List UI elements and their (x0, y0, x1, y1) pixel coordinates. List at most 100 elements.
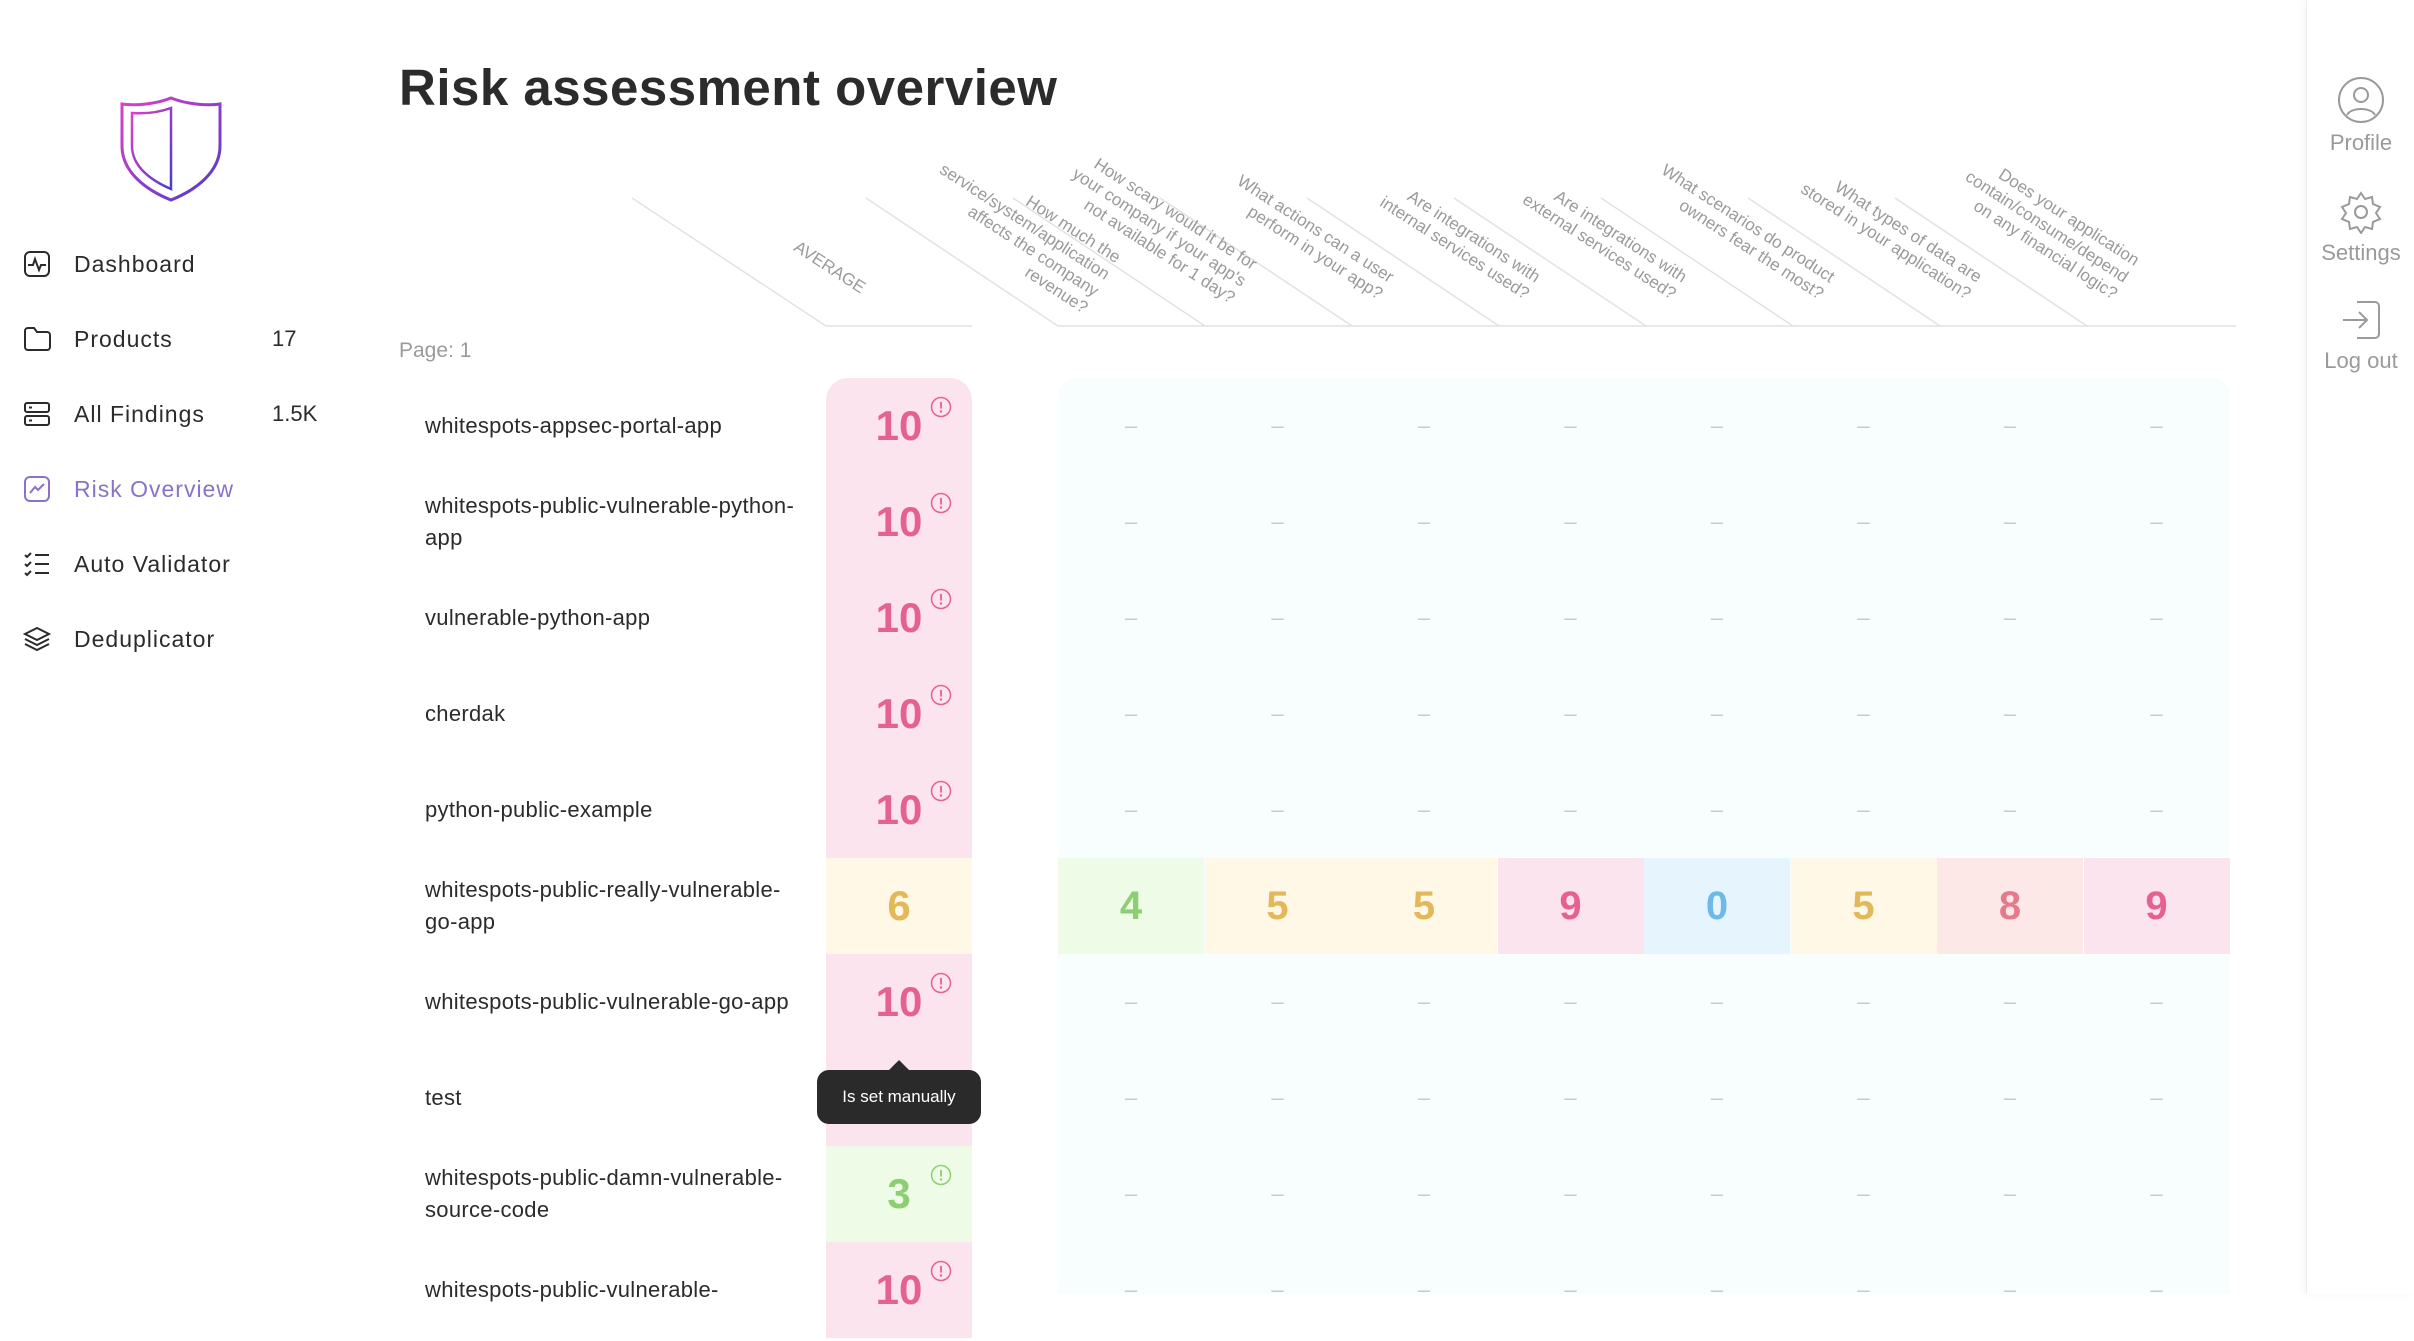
product-name[interactable]: whitespots-appsec-portal-app (425, 378, 805, 474)
average-score-cell[interactable]: 10 (826, 474, 972, 570)
question-score-cell[interactable]: – (2084, 666, 2230, 762)
question-score-cell[interactable]: – (1791, 474, 1937, 570)
question-score-cell[interactable]: – (1205, 1050, 1351, 1146)
question-score-cell[interactable]: – (1791, 666, 1937, 762)
question-score-cell[interactable]: 5 (1790, 858, 1937, 954)
question-score-cell[interactable]: – (1644, 570, 1790, 666)
average-score-cell[interactable]: 6 (826, 858, 972, 954)
question-score-cell[interactable]: – (1644, 1242, 1790, 1338)
question-score-cell[interactable]: – (1498, 1050, 1644, 1146)
question-score-cell[interactable]: – (1791, 954, 1937, 1050)
question-score-cell[interactable]: – (1644, 666, 1790, 762)
product-name[interactable]: whitespots-public-really-vulnerable-go-a… (425, 858, 805, 954)
question-score-cell[interactable]: 0 (1644, 858, 1790, 954)
product-name[interactable]: vulnerable-python-app (425, 570, 805, 666)
question-score-cell[interactable]: – (1498, 762, 1644, 858)
question-score-cell[interactable]: – (1937, 1146, 2083, 1242)
question-score-cell[interactable]: – (1644, 1146, 1790, 1242)
question-score-cell[interactable]: – (1644, 378, 1790, 474)
question-score-cell[interactable]: – (1205, 474, 1351, 570)
question-score-cell[interactable]: – (2084, 762, 2230, 858)
question-score-cell[interactable]: – (1644, 762, 1790, 858)
question-score-cell[interactable]: 9 (2083, 858, 2230, 954)
manual-info-icon[interactable] (930, 396, 952, 418)
settings-button[interactable]: Settings (2307, 190, 2414, 266)
question-score-cell[interactable]: – (1205, 378, 1351, 474)
question-score-cell[interactable]: – (1937, 378, 2083, 474)
question-score-cell[interactable]: – (1351, 474, 1497, 570)
question-score-cell[interactable]: – (1498, 570, 1644, 666)
question-score-cell[interactable]: – (2084, 570, 2230, 666)
question-score-cell[interactable]: – (1498, 954, 1644, 1050)
question-score-cell[interactable]: – (2084, 1050, 2230, 1146)
question-score-cell[interactable]: – (1058, 1146, 1204, 1242)
question-score-cell[interactable]: – (1058, 666, 1204, 762)
question-score-cell[interactable]: – (1791, 762, 1937, 858)
logout-button[interactable]: Log out (2307, 298, 2414, 374)
question-score-cell[interactable]: – (2084, 954, 2230, 1050)
question-score-cell[interactable]: – (1205, 762, 1351, 858)
question-score-cell[interactable]: – (1351, 570, 1497, 666)
question-score-cell[interactable]: – (1937, 1050, 2083, 1146)
manual-info-icon[interactable] (930, 588, 952, 610)
product-name[interactable]: whitespots-public-damn-vulnerable-source… (425, 1146, 805, 1242)
question-score-cell[interactable]: – (1351, 1242, 1497, 1338)
question-score-cell[interactable]: – (1351, 378, 1497, 474)
sidebar-item-products[interactable]: Products 17 (22, 317, 322, 361)
question-score-cell[interactable]: – (1351, 1050, 1497, 1146)
manual-info-icon[interactable] (930, 1260, 952, 1282)
question-score-cell[interactable]: – (1791, 1146, 1937, 1242)
question-score-cell[interactable]: – (2084, 378, 2230, 474)
average-score-cell[interactable]: 3 (826, 1146, 972, 1242)
average-score-cell[interactable]: 10 (826, 1242, 972, 1338)
question-score-cell[interactable]: – (1205, 954, 1351, 1050)
question-score-cell[interactable]: – (1498, 1146, 1644, 1242)
question-score-cell[interactable]: – (1937, 954, 2083, 1050)
question-score-cell[interactable]: – (1791, 1242, 1937, 1338)
question-score-cell[interactable]: – (1937, 666, 2083, 762)
average-score-cell[interactable]: 10 (826, 378, 972, 474)
question-score-cell[interactable]: – (2084, 474, 2230, 570)
average-score-cell[interactable]: 10 (826, 666, 972, 762)
question-score-cell[interactable]: – (1351, 954, 1497, 1050)
profile-button[interactable]: Profile (2307, 76, 2414, 156)
manual-info-icon[interactable] (930, 972, 952, 994)
question-score-cell[interactable]: – (1351, 1146, 1497, 1242)
question-score-cell[interactable]: – (1937, 474, 2083, 570)
question-score-cell[interactable]: – (1791, 1050, 1937, 1146)
question-score-cell[interactable]: – (1205, 1146, 1351, 1242)
question-score-cell[interactable]: – (1351, 762, 1497, 858)
question-score-cell[interactable]: – (1791, 570, 1937, 666)
question-score-cell[interactable]: – (1058, 954, 1204, 1050)
product-name[interactable]: whitespots-public-vulnerable-python-app (425, 474, 805, 570)
question-score-cell[interactable]: – (1058, 762, 1204, 858)
question-score-cell[interactable]: 5 (1204, 858, 1351, 954)
average-score-cell[interactable]: 10 (826, 762, 972, 858)
question-score-cell[interactable]: – (1937, 570, 2083, 666)
question-score-cell[interactable]: – (1058, 474, 1204, 570)
sidebar-item-dashboard[interactable]: Dashboard (22, 242, 322, 286)
question-score-cell[interactable]: – (1937, 762, 2083, 858)
manual-info-icon[interactable] (930, 1164, 952, 1186)
question-score-cell[interactable]: – (1205, 1242, 1351, 1338)
product-name[interactable]: python-public-example (425, 762, 805, 858)
question-score-cell[interactable]: – (1791, 378, 1937, 474)
question-score-cell[interactable]: – (1498, 666, 1644, 762)
question-score-cell[interactable]: – (1058, 570, 1204, 666)
question-score-cell[interactable]: – (1058, 378, 1204, 474)
question-score-cell[interactable]: 8 (1937, 858, 2083, 954)
product-name[interactable]: cherdak (425, 666, 805, 762)
question-score-cell[interactable]: – (2084, 1242, 2230, 1338)
manual-info-icon[interactable] (930, 780, 952, 802)
product-name[interactable]: whitespots-public-vulnerable-go-app (425, 954, 805, 1050)
average-score-cell[interactable]: 10 (826, 954, 972, 1050)
question-score-cell[interactable]: – (1498, 378, 1644, 474)
question-score-cell[interactable]: – (1351, 666, 1497, 762)
question-score-cell[interactable]: 4 (1058, 858, 1204, 954)
manual-info-icon[interactable] (930, 684, 952, 706)
question-score-cell[interactable]: – (1058, 1242, 1204, 1338)
question-score-cell[interactable]: 9 (1497, 858, 1644, 954)
product-name[interactable]: test (425, 1050, 805, 1146)
question-score-cell[interactable]: – (1644, 474, 1790, 570)
question-score-cell[interactable]: – (1498, 1242, 1644, 1338)
